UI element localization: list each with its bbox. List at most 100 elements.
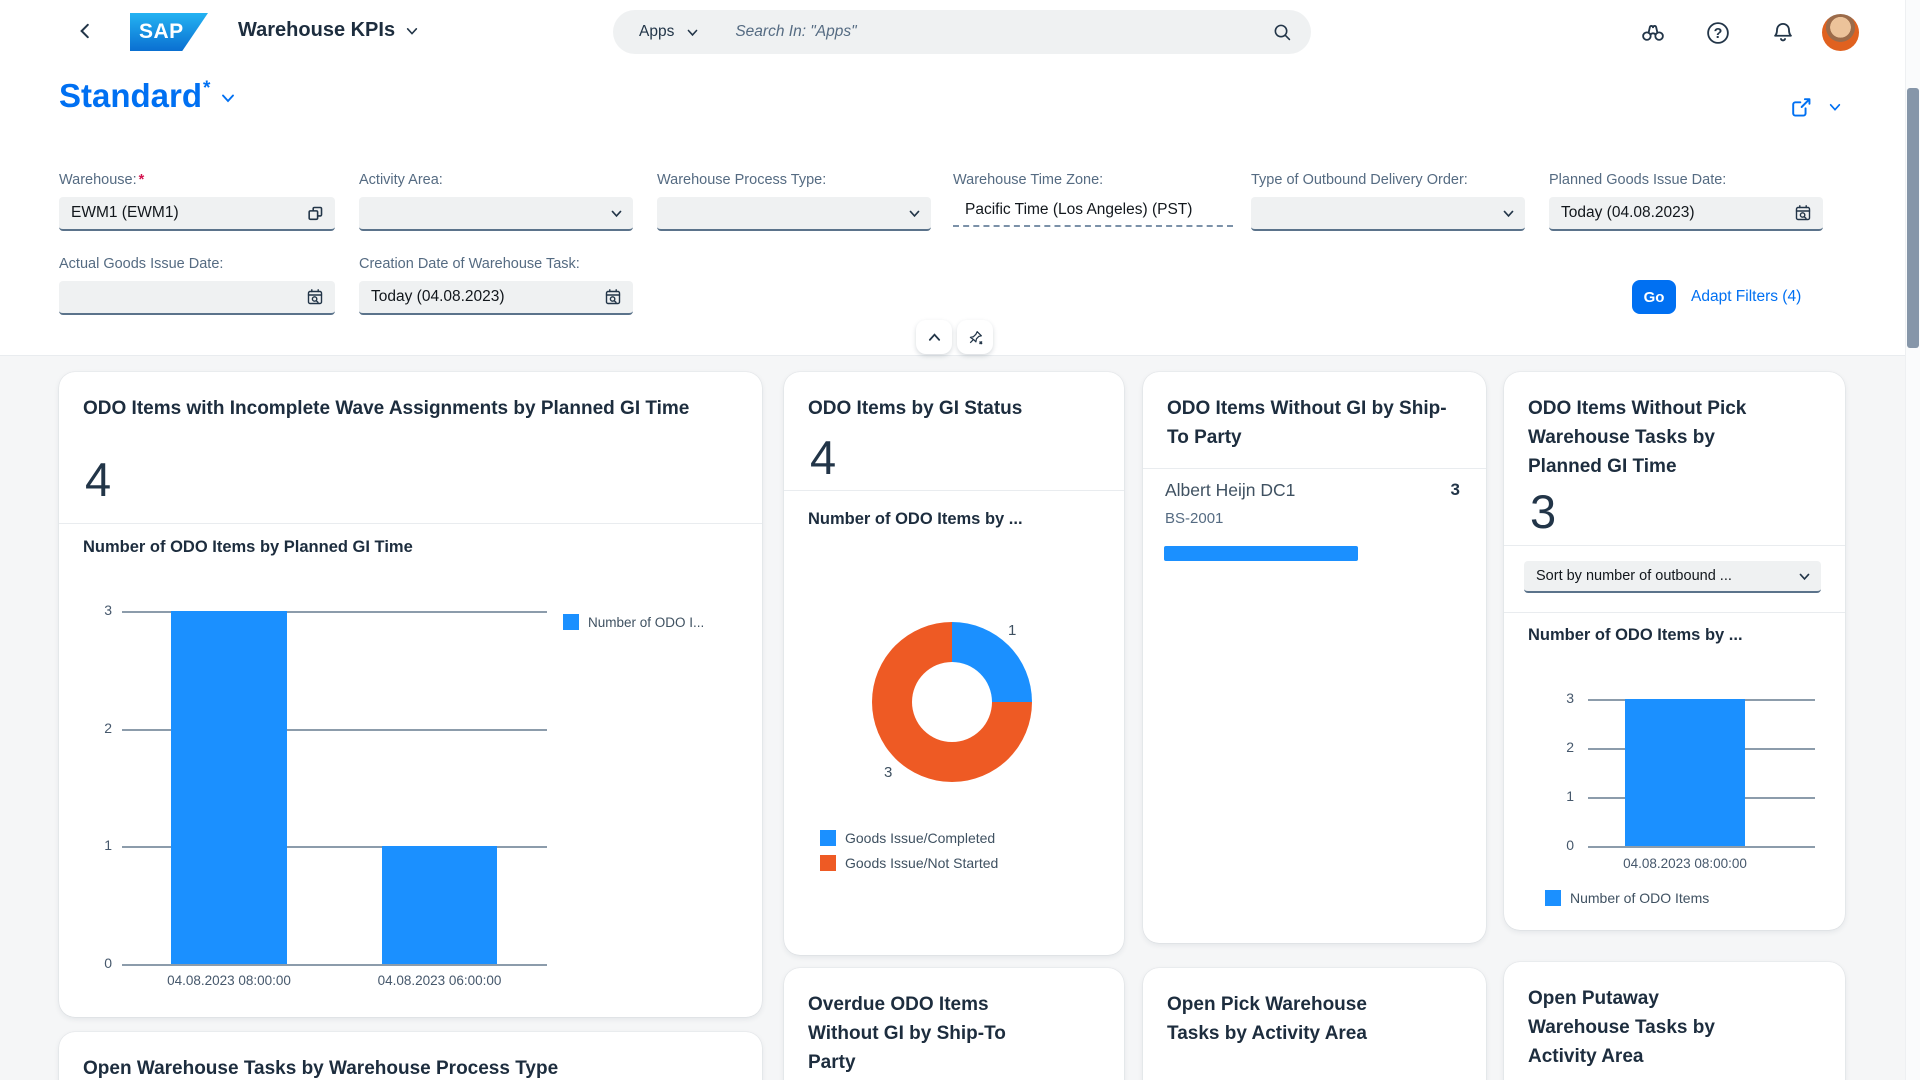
divider [1504,612,1845,613]
card-overdue-odo-items[interactable]: Overdue ODO Items Without GI by Ship-To … [784,968,1124,1080]
binoculars-icon[interactable] [1640,20,1666,46]
filter-warehouse-time-zone: Warehouse Time Zone: Pacific Time (Los A… [953,172,1233,227]
help-icon[interactable]: ? [1705,20,1731,46]
warehouse-time-zone-value: Pacific Time (Los Angeles) (PST) [953,201,1233,227]
legend-swatch [820,830,836,846]
card-title: ODO Items Without GI by Ship-To Party [1167,398,1447,448]
planned-gi-date-input[interactable]: Today (04.08.2023) [1549,197,1823,231]
filter-activity-area: Activity Area: [359,172,633,231]
search-icon[interactable] [1272,22,1293,43]
search-input[interactable]: Search In: "Apps" [735,23,1272,41]
donut-chart [872,622,1032,782]
card-odo-incomplete-wave[interactable]: ODO Items with Incomplete Wave Assignmen… [59,372,762,1017]
variant-selector[interactable]: Standard* [59,78,236,114]
chevron-down-icon [686,26,699,39]
unpin-icon [967,329,984,346]
chevron-down-icon [1502,207,1515,220]
scrollbar-track[interactable] [1905,0,1920,1080]
slice-value-label: 3 [884,764,893,781]
card-title: Open Putaway Warehouse Tasks by Activity… [1528,988,1715,1067]
chevron-down-icon [1798,570,1811,583]
chart-legend: Number of ODO I... [563,614,704,630]
ship-to-party-value: 3 [1450,480,1460,499]
actual-gi-date-input[interactable] [59,281,335,315]
card-odo-without-pick[interactable]: ODO Items Without Pick Warehouse Tasks b… [1504,372,1845,930]
horizontal-bar [1164,546,1358,561]
warehouse-input[interactable]: EWM1 (EWM1) [59,197,335,231]
collapse-filter-button[interactable] [916,320,952,354]
card-title: ODO Items with Incomplete Wave Assignmen… [83,398,690,419]
date-picker-icon[interactable] [1793,203,1813,223]
legend-label: Number of ODO Items [1570,890,1710,906]
required-marker: * [138,172,145,188]
legend-label: Goods Issue/Completed [845,830,996,846]
chart-legend: Goods Issue/Completed Goods Issue/Not St… [820,830,998,871]
app-title-menu[interactable]: Warehouse KPIs [238,19,419,42]
card-title: Open Pick Warehouse Tasks by Activity Ar… [1167,994,1367,1044]
filter-actual-gi-date: Actual Goods Issue Date: [59,256,335,315]
chart-title: Number of ODO Items by ... [1528,626,1743,644]
search-scope-label: Apps [639,23,675,40]
divider [59,523,762,524]
bell-icon[interactable] [1770,20,1796,46]
chevron-down-icon [220,78,236,106]
filter-label: Planned Goods Issue Date: [1549,172,1727,188]
unpin-filter-button[interactable] [957,320,993,354]
filter-label: Warehouse: [59,172,137,188]
chart-title: Number of ODO Items by ... [808,510,1023,528]
variant-modified-marker: * [203,78,211,99]
legend-swatch [563,614,579,630]
page-title: Standard [59,77,203,114]
ship-to-party-id: BS-2001 [1165,510,1224,527]
activity-area-select[interactable] [359,197,633,231]
card-title: ODO Items by GI Status [808,398,1023,419]
app-title-label: Warehouse KPIs [238,19,396,41]
card-open-putaway-tasks[interactable]: Open Putaway Warehouse Tasks by Activity… [1504,962,1845,1080]
scrollbar-thumb[interactable] [1907,88,1919,348]
kpi-value: 4 [810,431,837,484]
filter-odo-type: Type of Outbound Delivery Order: [1251,172,1525,231]
chevron-down-icon [1828,100,1842,114]
card-title: Open Warehouse Tasks by Warehouse Proces… [83,1058,559,1079]
back-button[interactable] [70,16,100,46]
bar-chart: Number of ODO Items 3 2 1 0 04.08.2023 08:00… [1504,652,1845,930]
filter-label: Actual Goods Issue Date: [59,256,224,272]
legend-swatch [1545,890,1561,906]
chevron-up-icon [927,330,942,345]
value-help-icon[interactable] [306,204,325,223]
card-open-pick-tasks[interactable]: Open Pick Warehouse Tasks by Activity Ar… [1143,968,1486,1080]
date-picker-icon[interactable] [603,287,623,307]
back-icon [76,22,94,40]
warehouse-kpis-screen: SAP Warehouse KPIs Apps Search In: "Apps… [0,0,1920,1080]
go-button[interactable]: Go [1632,280,1676,314]
ship-to-party-name: Albert Heijn DC1 [1165,480,1296,500]
bar-chart: Number of ODO I... 3 2 1 0 04.08.2023 08:00:… [104,602,705,988]
date-picker-icon[interactable] [305,287,325,307]
card-title: Overdue ODO Items Without GI by Ship-To … [808,994,1006,1073]
search-scope-select[interactable]: Apps [639,23,699,41]
filter-label: Warehouse Process Type: [657,172,827,188]
legend-label: Number of ODO I... [588,614,705,630]
sap-logo[interactable]: SAP [130,13,208,51]
slice-value-label: 1 [1008,622,1017,639]
card-odo-gi-status[interactable]: ODO Items by GI Status 4 Number of ODO I… [784,372,1124,955]
shell-search[interactable]: Apps Search In: "Apps" [613,10,1311,54]
warehouse-process-type-select[interactable] [657,197,931,231]
wt-creation-date-input[interactable]: Today (04.08.2023) [359,281,633,315]
sap-logo-text: SAP [139,20,184,43]
chevron-down-icon [405,24,419,38]
chevron-down-icon [610,207,623,220]
sort-select[interactable]: Sort by number of outbound ... [1524,561,1821,593]
user-avatar[interactable] [1822,14,1859,51]
card-open-warehouse-tasks[interactable]: Open Warehouse Tasks by Warehouse Proces… [59,1032,762,1080]
odo-type-select[interactable] [1251,197,1525,231]
filter-label: Type of Outbound Delivery Order: [1251,172,1468,188]
adapt-filters-link[interactable]: Adapt Filters (4) [1691,288,1801,306]
divider [1143,468,1486,469]
share-menu[interactable] [1788,94,1842,120]
filter-label: Warehouse Time Zone: [953,172,1104,188]
kpi-value: 4 [85,453,112,506]
card-odo-without-gi[interactable]: ODO Items Without GI by Ship-To Party Al… [1143,372,1486,943]
filter-wt-creation-date: Creation Date of Warehouse Task: Today (… [359,256,633,315]
filter-warehouse-process-type: Warehouse Process Type: [657,172,931,231]
